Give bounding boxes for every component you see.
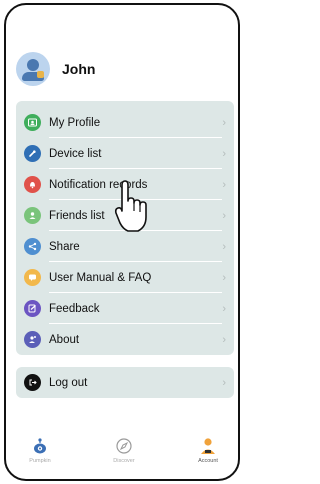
avatar-badge [37,71,44,78]
chevron-right-icon: › [222,333,226,346]
phone-frame: John My Profile › Device list › Notifica… [4,3,240,481]
chat-bubble-icon [24,269,41,286]
menu-item-label: About [49,333,80,346]
menu-item-label: Friends list [49,209,105,222]
account-icon [199,437,217,455]
device-icon [24,145,41,162]
menu-item-label: User Manual & FAQ [49,271,152,284]
compass-icon [115,437,133,455]
robot-icon [31,437,49,455]
logout-card: Log out › [16,367,234,398]
chevron-right-icon: › [222,271,226,284]
info-person-icon [24,331,41,348]
avatar-head [27,59,39,71]
profile-header[interactable]: John [16,49,95,89]
tab-discover[interactable]: Discover [94,437,154,464]
edit-icon [24,300,41,317]
logout-label: Log out [49,376,88,389]
tab-label: Discover [113,458,135,464]
chevron-right-icon: › [222,178,226,191]
chevron-right-icon: › [222,116,226,129]
menu-item-user-manual-faq[interactable]: User Manual & FAQ › [16,262,234,293]
logout-button[interactable]: Log out › [16,367,234,398]
menu-item-label: My Profile [49,116,101,129]
tab-account[interactable]: Account [178,437,238,464]
tab-label: Account [198,458,218,464]
menu-item-device-list[interactable]: Device list › [16,138,234,169]
menu-item-about[interactable]: About › [16,324,234,355]
menu-item-my-profile[interactable]: My Profile › [16,107,234,138]
profile-card-icon [24,114,41,131]
chevron-right-icon: › [222,302,226,315]
person-icon [24,207,41,224]
chevron-right-icon: › [222,376,226,389]
chevron-right-icon: › [222,240,226,253]
bell-icon [24,176,41,193]
menu-item-label: Device list [49,147,102,160]
menu-item-feedback[interactable]: Feedback › [16,293,234,324]
menu-item-share[interactable]: Share › [16,231,234,262]
tab-label: Pumpkin [29,458,51,464]
logout-icon [24,374,41,391]
menu-item-label: Feedback [49,302,100,315]
tab-pumpkin[interactable]: Pumpkin [10,437,70,464]
avatar[interactable] [16,52,50,86]
bottom-tab-bar: Pumpkin Discover Account [6,429,238,479]
chevron-right-icon: › [222,147,226,160]
menu-item-label: Share [49,240,80,253]
username: John [62,61,96,77]
chevron-right-icon: › [222,209,226,222]
pointer-hand-icon [114,179,154,235]
share-icon [24,238,41,255]
